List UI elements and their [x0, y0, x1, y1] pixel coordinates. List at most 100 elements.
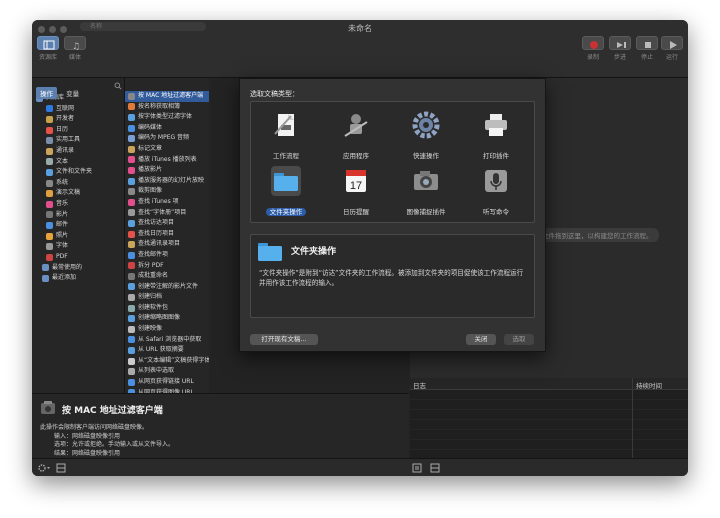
item-icon	[128, 357, 135, 365]
list-item[interactable]: 查找日历项目	[125, 229, 209, 240]
list-item[interactable]: 创建带注解的影片文件	[125, 282, 209, 293]
list-item[interactable]: 从列表中选取	[125, 366, 209, 377]
run-icon	[670, 41, 677, 49]
run-button[interactable]	[661, 36, 683, 50]
result-value: 网络磁盘映像引用	[72, 449, 121, 457]
list-item[interactable]: 按字体类型过滤字体	[125, 112, 209, 123]
type-label-image-capture-plugin: 图像捕捉插件	[406, 208, 446, 216]
type-quick-action[interactable]: 快速操作	[391, 108, 461, 160]
type-label-workflow: 工作流程	[273, 152, 299, 160]
list-item[interactable]: 成批重命名	[125, 271, 209, 282]
type-dictation-command[interactable]: 听写命令	[461, 164, 531, 216]
list-item[interactable]: 从 URL 获取摘要	[125, 345, 209, 356]
sidebar-item[interactable]: 系统	[32, 178, 124, 189]
item-icon	[128, 315, 135, 323]
log-column-header: 日志	[413, 382, 426, 390]
item-label: 文件和文件夹	[56, 168, 93, 176]
media-button[interactable]: ♫	[64, 36, 86, 52]
item-label: 从“文本编辑”文稿获得字体	[138, 356, 209, 364]
sidebar-item[interactable]: 字体	[32, 241, 124, 252]
list-item[interactable]: 拆分 PDF	[125, 261, 209, 272]
list-item[interactable]: 查找 iTunes 项	[125, 197, 209, 208]
sidebar-item[interactable]: 最近添加	[32, 273, 124, 284]
sidebar-item[interactable]: 互联网	[32, 104, 124, 115]
sidebar-item[interactable]: 实用工具	[32, 135, 124, 146]
list-item[interactable]: 播放 iTunes 播放列表	[125, 155, 209, 166]
list-item[interactable]: 按名称获取相簿	[125, 102, 209, 113]
sidebar-item[interactable]: 最常使用的	[32, 263, 124, 274]
split-view-icon[interactable]	[430, 463, 440, 473]
sidebar-item[interactable]: 影片	[32, 210, 124, 221]
open-existing-button[interactable]: 打开现有文稿...	[250, 334, 318, 345]
description-title: 按 MAC 地址过滤客户端	[62, 406, 163, 416]
list-item[interactable]: 标记文章	[125, 144, 209, 155]
sidebar-item[interactable]: 演示文稿	[32, 188, 124, 199]
description-details: 输入：网络磁盘映像引用 选项：允许或拒绝。手动输入或从文件导入。 结果：网络磁盘…	[54, 433, 174, 458]
list-item[interactable]: 从网页获得链接 URL	[125, 377, 209, 388]
type-image-capture-plugin[interactable]: 图像捕捉插件	[391, 164, 461, 216]
sidebar-item[interactable]: 文件和文件夹	[32, 167, 124, 178]
sidebar-item[interactable]: 音乐	[32, 199, 124, 210]
sidebar-item[interactable]: 照片	[32, 231, 124, 242]
list-item[interactable]: 创建缩略图图像	[125, 313, 209, 324]
record-button[interactable]	[582, 36, 604, 50]
list-item[interactable]: 按 MAC 地址过滤客户端	[125, 91, 209, 102]
type-label-calendar-alarm: 日历提醒	[343, 208, 369, 216]
item-label: 编码媒体	[138, 123, 163, 131]
list-item[interactable]: 创建映像	[125, 324, 209, 335]
item-icon	[128, 241, 135, 249]
sidebar-item[interactable]: 文本	[32, 157, 124, 168]
gear-menu-icon[interactable]	[37, 463, 51, 473]
item-label: 创建带注解的影片文件	[138, 282, 199, 290]
item-icon	[128, 92, 135, 100]
item-label: 创建软件包	[138, 303, 169, 311]
list-item[interactable]: 查找“字体册”项目	[125, 208, 209, 219]
list-item[interactable]: 播放影片	[125, 165, 209, 176]
type-calendar-alarm[interactable]: 17 日历提醒	[321, 164, 391, 216]
list-item[interactable]: 裁剪图像	[125, 186, 209, 197]
item-icon	[128, 188, 135, 196]
network-filter-icon	[41, 401, 55, 414]
list-item[interactable]: 从“文本编辑”文稿获得字体	[125, 356, 209, 367]
step-button[interactable]	[609, 36, 631, 50]
item-label: 编码为 MPEG 音频	[138, 134, 190, 142]
toggle-description-icon[interactable]	[56, 463, 66, 473]
document-type-detail: 文件夹操作 “文件夹操作”是附到“访达”文件夹的工作流程。被添加到文件夹的项目促…	[250, 234, 535, 318]
type-workflow[interactable]: 工作流程	[251, 108, 321, 160]
list-item[interactable]: 编码媒体	[125, 123, 209, 134]
detail-title: 文件夹操作	[291, 247, 337, 257]
list-item[interactable]: 查找访达项目	[125, 218, 209, 229]
list-item[interactable]: 播放服务器的幻灯片放映	[125, 176, 209, 187]
list-item[interactable]: 查找通讯录项目	[125, 239, 209, 250]
list-view-icon[interactable]	[412, 463, 422, 473]
list-item[interactable]: 编码为 MPEG 音频	[125, 133, 209, 144]
list-item[interactable]: 查找邮件项	[125, 250, 209, 261]
tab-actions[interactable]: 操作	[36, 87, 57, 99]
type-application[interactable]: 应用程序	[321, 108, 391, 160]
close-button[interactable]: 关闭	[466, 334, 496, 345]
item-label: 从网页获得链接 URL	[138, 378, 194, 386]
list-item[interactable]: 创建软件包	[125, 303, 209, 314]
item-label: 裁剪图像	[138, 187, 163, 195]
stop-button[interactable]	[636, 36, 658, 50]
sidebar-item[interactable]: 通讯录	[32, 146, 124, 157]
item-label: 音乐	[56, 199, 69, 207]
media-icon: ♫	[72, 42, 80, 52]
library-toggle-button[interactable]	[37, 36, 59, 50]
description-summary: 此操作会限制客户端访问网络磁盘映像。	[40, 424, 149, 431]
media-label: 媒体	[68, 54, 81, 61]
list-item[interactable]: 创建归档	[125, 292, 209, 303]
search-input[interactable]: 名称	[80, 22, 206, 31]
item-label: 最常使用的	[52, 263, 83, 271]
choose-button[interactable]: 选取	[504, 334, 534, 345]
list-item[interactable]: 从 Safari 浏览器中获取	[125, 335, 209, 346]
svg-text:♫: ♫	[72, 42, 80, 52]
type-print-plugin[interactable]: 打印插件	[461, 108, 531, 160]
sidebar-item[interactable]: PDF	[32, 252, 124, 263]
sidebar-item[interactable]: 日历	[32, 125, 124, 136]
sidebar-item[interactable]: 开发者	[32, 114, 124, 125]
tab-variables[interactable]: 变量	[62, 87, 83, 99]
type-label-print-plugin: 打印插件	[483, 152, 509, 160]
sidebar-item[interactable]: 邮件	[32, 220, 124, 231]
type-folder-action[interactable]: 文件夹操作	[251, 164, 321, 216]
